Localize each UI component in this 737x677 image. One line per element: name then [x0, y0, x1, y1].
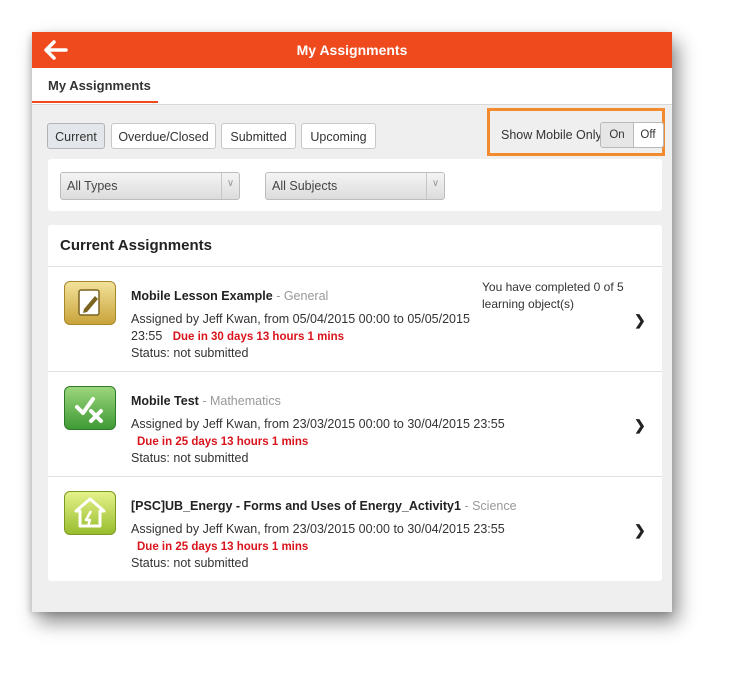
- show-mobile-only-toggle: On Off: [600, 122, 664, 148]
- toggle-off-button[interactable]: Off: [633, 123, 663, 147]
- status-text: Status: not submitted: [131, 556, 249, 570]
- assignment-title: Mobile Test: [131, 394, 199, 408]
- app-window: My Assignments My Assignments Current Ov…: [32, 32, 672, 612]
- status-text: Status: not submitted: [131, 451, 249, 465]
- subject-select[interactable]: All Subjects ∨: [265, 172, 445, 200]
- assignments-panel: Current Assignments Mobile Lesson Exampl…: [48, 225, 662, 581]
- assignment-row[interactable]: Mobile Lesson Example - General Assigned…: [48, 266, 662, 371]
- assignment-title: [PSC]UB_Energy - Forms and Uses of Energ…: [131, 499, 461, 513]
- type-select-value: All Types: [67, 179, 118, 193]
- assignment-row[interactable]: [PSC]UB_Energy - Forms and Uses of Energ…: [48, 476, 662, 581]
- page-title: My Assignments: [296, 42, 408, 58]
- filter-upcoming-button[interactable]: Upcoming: [301, 123, 376, 149]
- chevron-down-icon: ∨: [221, 173, 239, 199]
- due-label: Due in 25 days 13 hours 1 mins: [137, 541, 309, 553]
- progress-text: You have completed 0 of 5 learning objec…: [482, 280, 624, 311]
- chevron-right-icon: ❯: [634, 522, 646, 538]
- section-heading: Current Assignments: [60, 237, 212, 254]
- chevron-right-icon: ❯: [634, 312, 646, 328]
- assigned-info: Assigned by Jeff Kwan, from 23/03/2015 0…: [131, 522, 505, 536]
- assignment-subject: - Science: [464, 499, 517, 513]
- test-check-cross-icon: [64, 386, 116, 430]
- subject-select-value: All Subjects: [272, 179, 338, 193]
- chevron-down-icon: ∨: [426, 173, 444, 199]
- filter-submitted-button[interactable]: Submitted: [221, 123, 296, 149]
- assignment-row[interactable]: Mobile Test - Mathematics Assigned by Je…: [48, 371, 662, 476]
- toggle-on-button[interactable]: On: [601, 123, 634, 147]
- show-mobile-only-label: Show Mobile Only: [501, 128, 602, 142]
- status-text: Status: not submitted: [131, 346, 249, 360]
- assignment-subject: - Mathematics: [202, 394, 281, 408]
- assignment-title: Mobile Lesson Example: [131, 289, 273, 303]
- tab-my-assignments[interactable]: My Assignments: [48, 78, 151, 93]
- assigned-info-cont: 23:55: [131, 329, 163, 343]
- tab-bar: My Assignments: [32, 68, 672, 105]
- activity-house-icon: [64, 491, 116, 535]
- active-tab-indicator: [32, 101, 158, 103]
- filter-overdue-closed-button[interactable]: Overdue/Closed: [111, 123, 216, 149]
- assigned-info: Assigned by Jeff Kwan, from 05/04/2015 0…: [131, 312, 470, 326]
- assigned-info: Assigned by Jeff Kwan, from 23/03/2015 0…: [131, 417, 505, 431]
- due-label: Due in 30 days 13 hours 1 mins: [172, 331, 344, 343]
- chevron-right-icon: ❯: [634, 417, 646, 433]
- title-bar: My Assignments: [32, 32, 672, 68]
- due-label: Due in 25 days 13 hours 1 mins: [137, 436, 309, 448]
- assignment-subject: - General: [276, 289, 329, 303]
- lesson-pencil-icon: [64, 281, 116, 325]
- type-select[interactable]: All Types ∨: [60, 172, 240, 200]
- filter-select-panel: All Types ∨ All Subjects ∨: [48, 159, 662, 211]
- filter-current-button[interactable]: Current: [47, 123, 105, 149]
